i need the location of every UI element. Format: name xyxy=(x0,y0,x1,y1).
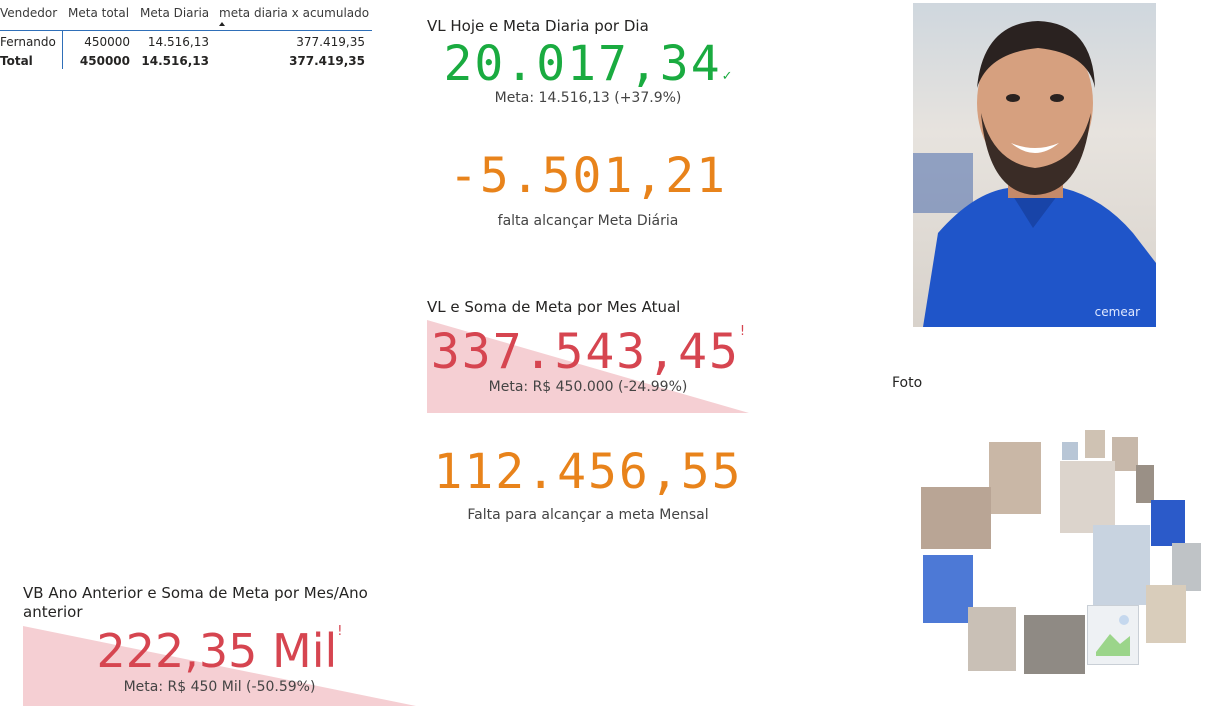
kpi-month-goal: Meta: R$ 450.000 (-24.99%) xyxy=(488,379,688,395)
table-header: Vendedor Meta total Meta Diaria meta dia… xyxy=(0,4,372,31)
cell-acumulado: 377.419,35 xyxy=(296,35,365,49)
photo-thumbnail[interactable] xyxy=(1136,465,1154,503)
col-header-vendedor[interactable]: Vendedor xyxy=(0,6,57,20)
table-row[interactable]: Fernando 450000 14.516,13 377.419,35 xyxy=(0,31,372,50)
kpi-day-remaining-value: -5.501,21 xyxy=(448,148,728,204)
kpi-day-value: 20.017,34 xyxy=(443,36,722,92)
kpi-prev-year-title: VB Ano Anterior e Soma de Meta por Mes/A… xyxy=(23,584,368,621)
photo-cloud[interactable] xyxy=(915,425,1210,675)
sort-ascending-icon[interactable] xyxy=(219,22,225,26)
photo-thumbnail[interactable] xyxy=(968,607,1016,671)
cell-meta-total: 450000 xyxy=(84,35,130,49)
photo-thumbnail[interactable] xyxy=(1112,437,1138,471)
cell-total-meta-diaria: 14.516,13 xyxy=(141,54,209,68)
photo-thumbnail[interactable] xyxy=(1172,543,1201,591)
cell-vendedor: Fernando xyxy=(0,35,56,49)
photo-thumbnail[interactable] xyxy=(1024,615,1085,674)
photo-thumbnail[interactable] xyxy=(1062,442,1078,460)
kpi-month-remaining-card[interactable]: 112.456,55 xyxy=(427,444,749,500)
salesperson-photo: cemear xyxy=(913,3,1156,327)
kpi-day-remaining-label: falta alcançar Meta Diária xyxy=(497,213,679,229)
cell-total-label: Total xyxy=(0,54,33,68)
kpi-day-card[interactable]: 20.017,34✓ xyxy=(427,36,749,92)
sales-table: Vendedor Meta total Meta Diaria meta dia… xyxy=(0,4,372,69)
kpi-month-value: 337.543,45 xyxy=(430,324,740,380)
photo-thumbnail[interactable] xyxy=(1151,500,1185,546)
warning-mark-icon: ! xyxy=(337,624,343,639)
photo-thumbnail[interactable] xyxy=(989,442,1041,514)
kpi-prev-year-value: 222,35 Mil xyxy=(96,624,338,678)
foto-label: Foto xyxy=(892,375,923,391)
kpi-month-title: VL e Soma de Meta por Mes Atual xyxy=(427,298,681,316)
photo-thumbnail[interactable] xyxy=(1085,430,1105,458)
photo-thumbnail[interactable] xyxy=(1093,525,1150,605)
warning-mark-icon: ! xyxy=(739,324,746,339)
kpi-month-remaining-label: Falta para alcançar a meta Mensal xyxy=(467,507,709,523)
kpi-day-title: VL Hoje e Meta Diaria por Dia xyxy=(427,17,649,35)
kpi-prev-year-goal: Meta: R$ 450 Mil (-50.59%) xyxy=(123,679,316,695)
col-header-meta-total[interactable]: Meta total xyxy=(68,6,129,20)
kpi-month-remaining-value: 112.456,55 xyxy=(433,444,743,500)
shirt-logo: cemear xyxy=(1094,305,1140,319)
photo-thumbnail[interactable] xyxy=(923,555,973,623)
kpi-day-goal: Meta: 14.516,13 (+37.9%) xyxy=(494,90,682,106)
cell-total-acumulado: 377.419,35 xyxy=(289,54,365,68)
kpi-day-remaining-card[interactable]: -5.501,21 xyxy=(427,148,749,204)
photo-thumbnail[interactable] xyxy=(1060,461,1115,533)
col-header-meta-acumulado[interactable]: meta diaria x acumulado xyxy=(219,6,369,20)
cell-meta-diaria: 14.516,13 xyxy=(147,35,209,49)
photo-thumbnail[interactable] xyxy=(1146,585,1186,643)
kpi-month-card[interactable]: 337.543,45! xyxy=(427,324,749,380)
cell-total-meta-total: 450000 xyxy=(79,54,130,68)
col-header-meta-diaria[interactable]: Meta Diaria xyxy=(140,6,209,20)
image-placeholder-icon[interactable] xyxy=(1087,605,1139,665)
photo-thumbnail[interactable] xyxy=(921,487,991,549)
table-total-row: Total 450000 14.516,13 377.419,35 xyxy=(0,50,372,69)
kpi-prev-year-card[interactable]: 222,35 Mil! xyxy=(23,624,416,678)
check-icon: ✓ xyxy=(721,69,733,84)
